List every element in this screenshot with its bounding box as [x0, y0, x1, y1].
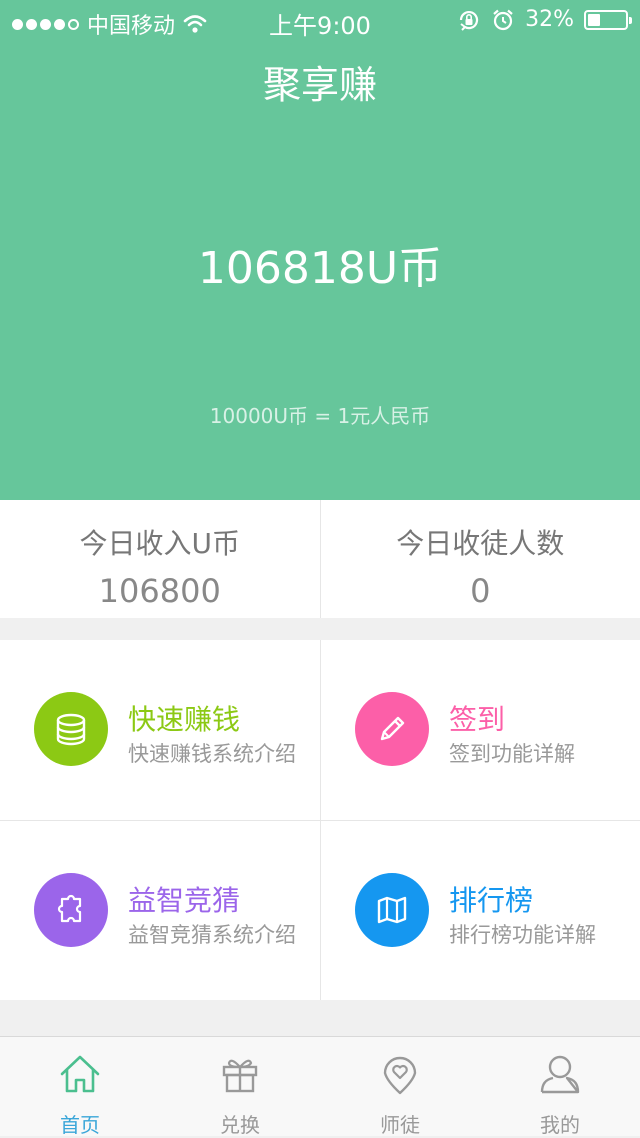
tab-mentorship[interactable]: 师徒 — [320, 1037, 480, 1136]
feature-title: 益智竞猜 — [128, 879, 240, 919]
feature-subtitle: 益智竞猜系统介绍 — [128, 919, 296, 949]
stat-today-apprentices: 今日收徒人数 0 — [320, 500, 640, 618]
tab-home[interactable]: 首页 — [0, 1037, 160, 1136]
stat-today-income: 今日收入U币 106800 — [0, 500, 320, 618]
tab-bar: 首页 兑换 师徒 我的 — [0, 1036, 640, 1136]
tab-label: 首页 — [0, 1109, 160, 1138]
puzzle-icon — [34, 873, 108, 947]
user-icon — [539, 1053, 581, 1095]
feature-subtitle: 签到功能详解 — [449, 738, 575, 768]
header-hero: 中国移动 上午9:00 32% — [0, 0, 640, 500]
pencil-icon — [355, 692, 429, 766]
battery-percent: 32% — [525, 7, 574, 32]
heart-pin-icon — [379, 1053, 421, 1095]
feature-subtitle: 快速赚钱系统介绍 — [128, 738, 296, 768]
stats-panel: 今日收入U币 106800 今日收徒人数 0 — [0, 500, 640, 618]
gift-icon — [219, 1053, 261, 1095]
tab-label: 我的 — [480, 1109, 640, 1138]
status-bar: 中国移动 上午9:00 32% — [0, 0, 640, 40]
coin-balance: 106818U币 — [0, 232, 640, 296]
coin-stack-icon — [34, 692, 108, 766]
stat-value: 106800 — [0, 572, 320, 610]
stat-label: 今日收入U币 — [0, 522, 320, 562]
rotation-lock-icon — [457, 8, 481, 32]
feature-subtitle: 排行榜功能详解 — [449, 919, 596, 949]
feature-quick-earn[interactable]: 快速赚钱 快速赚钱系统介绍 — [0, 640, 320, 820]
feature-title: 签到 — [449, 698, 505, 738]
feature-check-in[interactable]: 签到 签到功能详解 — [320, 640, 640, 820]
battery-icon — [584, 10, 628, 30]
feature-title: 快速赚钱 — [128, 698, 240, 738]
feature-quiz[interactable]: 益智竞猜 益智竞猜系统介绍 — [0, 820, 320, 1000]
battery-fill — [588, 14, 600, 26]
page-title: 聚享赚 — [0, 54, 640, 109]
exchange-rate-note: 10000U币 = 1元人民币 — [0, 400, 640, 429]
feature-grid: 快速赚钱 快速赚钱系统介绍 签到 签到功能详解 益智竞猜 益智竞猜系统介绍 — [0, 640, 640, 1000]
tab-label: 兑换 — [160, 1109, 320, 1138]
home-icon — [59, 1053, 101, 1095]
status-right: 32% — [457, 7, 628, 32]
map-icon — [355, 873, 429, 947]
tab-label: 师徒 — [320, 1109, 480, 1138]
tab-mine[interactable]: 我的 — [480, 1037, 640, 1136]
feature-title: 排行榜 — [449, 879, 533, 919]
tab-exchange[interactable]: 兑换 — [160, 1037, 320, 1136]
feature-leaderboard[interactable]: 排行榜 排行榜功能详解 — [320, 820, 640, 1000]
stat-label: 今日收徒人数 — [321, 522, 640, 562]
stat-value: 0 — [321, 572, 640, 610]
alarm-icon — [491, 8, 515, 32]
